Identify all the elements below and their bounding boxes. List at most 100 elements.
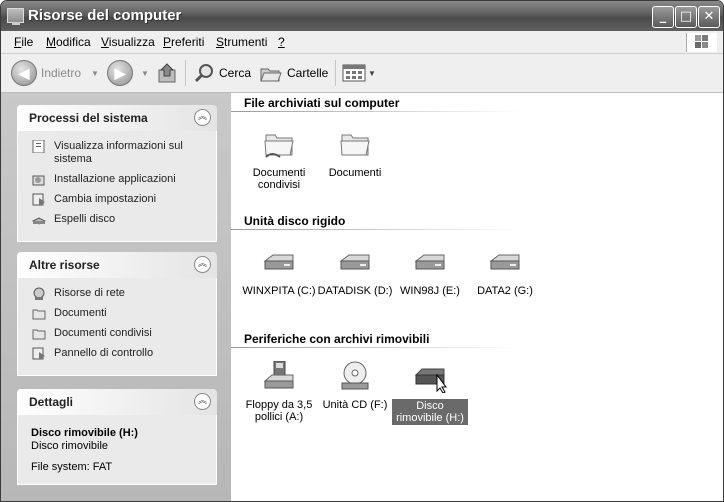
minimize-button[interactable]: _ — [652, 6, 674, 28]
close-button[interactable]: ✕ — [698, 6, 720, 28]
toolbar-separator — [185, 60, 186, 86]
item-drive-g[interactable]: DATA2 (G:) — [467, 247, 543, 297]
panel-body: Disco rimovibile (H:) Disco rimovibile F… — [17, 415, 217, 485]
system-tasks-header[interactable]: Processi del sistema ︽ — [17, 105, 217, 131]
other-places-header[interactable]: Altre risorse ︽ — [17, 252, 217, 278]
search-button[interactable]: Cerca — [193, 54, 251, 92]
forward-arrow-icon: ▶ — [107, 60, 133, 86]
folder-icon — [32, 329, 46, 340]
place-label: Risorse di rete — [54, 287, 125, 299]
forward-button[interactable]: ▶ ▼ — [107, 54, 149, 92]
control-panel-icon — [32, 193, 45, 206]
menu-strumenti[interactable]: Strumenti — [216, 35, 267, 49]
search-label: Cerca — [219, 66, 252, 80]
item-label: DATADISK (D:) — [317, 285, 393, 297]
item-shared-documents[interactable]: Documenti condivisi — [241, 129, 317, 191]
explorer-window: Risorse del computer _ □ ✕ File Modifica… — [0, 0, 724, 502]
computer-icon — [7, 8, 24, 25]
details-panel: Dettagli ︽ Disco rimovibile (H:) Disco r… — [17, 389, 217, 485]
chevron-down-icon: ▼ — [91, 68, 99, 78]
item-drive-d[interactable]: DATADISK (D:) — [317, 247, 393, 297]
item-cd-f[interactable]: Unità CD (F:) — [317, 361, 393, 411]
hard-disk-icon — [413, 247, 447, 279]
views-button[interactable]: ▼ — [342, 54, 376, 92]
detail-type: Disco rimovibile — [31, 440, 109, 452]
details-header[interactable]: Dettagli ︽ — [17, 389, 217, 415]
task-label: Installazione applicazioni — [54, 173, 176, 185]
task-install-apps[interactable]: Installazione applicazioni — [18, 173, 216, 186]
menu-help[interactable]: ? — [278, 35, 285, 49]
task-pane: Processi del sistema ︽ Visualizza inform… — [1, 93, 231, 501]
menu-modifica[interactable]: Modifica — [46, 35, 91, 49]
place-network[interactable]: Risorse di rete — [18, 287, 216, 300]
item-floppy-a[interactable]: Floppy da 3,5 pollici (A:) — [241, 361, 317, 423]
task-change-settings[interactable]: Cambia impostazioni — [18, 193, 216, 206]
menu-visualizza[interactable]: Visualizza — [101, 35, 155, 49]
network-icon — [33, 287, 45, 300]
panel-title: Dettagli — [29, 395, 74, 409]
shared-folder-icon — [262, 129, 296, 161]
panel-body: Risorse di rete Documenti Documenti cond… — [17, 278, 217, 376]
windows-logo-icon — [686, 33, 717, 52]
task-label: Cambia impostazioni — [54, 193, 157, 205]
detail-name: Disco rimovibile (H:) — [31, 427, 138, 439]
place-shared-documents[interactable]: Documenti condivisi — [18, 327, 216, 340]
item-drive-c[interactable]: WINXPITA (C:) — [241, 247, 317, 297]
system-info-icon — [32, 140, 45, 153]
group-divider — [231, 111, 521, 112]
item-label: Documenti condivisi — [252, 167, 306, 191]
hard-disk-icon — [338, 247, 372, 279]
cd-drive-icon — [338, 361, 372, 393]
place-label: Documenti — [54, 307, 107, 319]
title-bar[interactable]: Risorse del computer _ □ ✕ — [1, 1, 723, 31]
back-arrow-icon: ◀ — [11, 60, 37, 86]
collapse-icon[interactable]: ︽ — [194, 109, 211, 126]
maximize-button[interactable]: □ — [675, 6, 697, 28]
system-tasks-panel: Processi del sistema ︽ Visualizza inform… — [17, 105, 217, 242]
menu-file[interactable]: File — [14, 35, 33, 49]
window-title: Risorse del computer — [28, 7, 182, 24]
collapse-icon[interactable]: ︽ — [194, 256, 211, 273]
item-drive-e[interactable]: WIN98J (E:) — [392, 247, 468, 297]
chevron-down-icon: ▼ — [368, 68, 376, 78]
collapse-icon[interactable]: ︽ — [194, 393, 211, 410]
item-label: WIN98J (E:) — [400, 285, 460, 297]
item-label: Unità CD (F:) — [322, 399, 388, 411]
item-documents[interactable]: Documenti — [317, 129, 393, 179]
place-label: Pannello di controllo — [54, 347, 154, 359]
eject-icon — [32, 217, 46, 225]
place-documents[interactable]: Documenti — [18, 307, 216, 320]
back-label: Indietro — [41, 66, 82, 80]
item-label: DATA2 (G:) — [477, 285, 533, 297]
group-title: File archiviati sul computer — [244, 96, 400, 110]
folder-icon — [338, 129, 372, 161]
item-label: Floppy da 3,5 pollici (A:) — [245, 399, 313, 423]
toolbar: ◀ Indietro ▼ ▶ ▼ Cerca Cartelle ▼ — [1, 54, 723, 93]
item-label: Documenti — [328, 167, 382, 179]
folders-label: Cartelle — [287, 66, 329, 80]
hard-disk-icon — [488, 247, 522, 279]
group-divider — [231, 229, 521, 230]
item-label: WINXPITA (C:) — [242, 285, 316, 297]
group-title: Periferiche con archivi rimovibili — [244, 332, 430, 346]
back-button[interactable]: ◀ Indietro ▼ — [11, 54, 99, 92]
menu-preferiti[interactable]: Preferiti — [163, 35, 204, 49]
hard-disk-icon — [262, 247, 296, 279]
item-removable-h[interactable]: Disco rimovibile (H:) — [392, 361, 468, 425]
up-folder-button[interactable] — [157, 54, 179, 92]
up-folder-icon — [158, 63, 176, 83]
removable-disk-icon — [413, 361, 447, 393]
folders-button[interactable]: Cartelle — [259, 54, 328, 92]
task-view-system-info[interactable]: Visualizza informazioni sul sistema — [18, 140, 216, 166]
search-icon — [194, 64, 213, 83]
chevron-down-icon: ▼ — [141, 68, 149, 78]
task-eject-disk[interactable]: Espelli disco — [18, 213, 216, 226]
other-places-panel: Altre risorse ︽ Risorse di rete Document… — [17, 252, 217, 376]
panel-body: Visualizza informazioni sul sistema Inst… — [17, 131, 217, 242]
place-label: Documenti condivisi — [54, 327, 152, 339]
folders-icon — [260, 68, 282, 82]
folder-icon — [32, 309, 46, 320]
place-control-panel[interactable]: Pannello di controllo — [18, 347, 216, 360]
group-title: Unità disco rigido — [244, 214, 346, 228]
floppy-drive-icon — [262, 361, 296, 393]
